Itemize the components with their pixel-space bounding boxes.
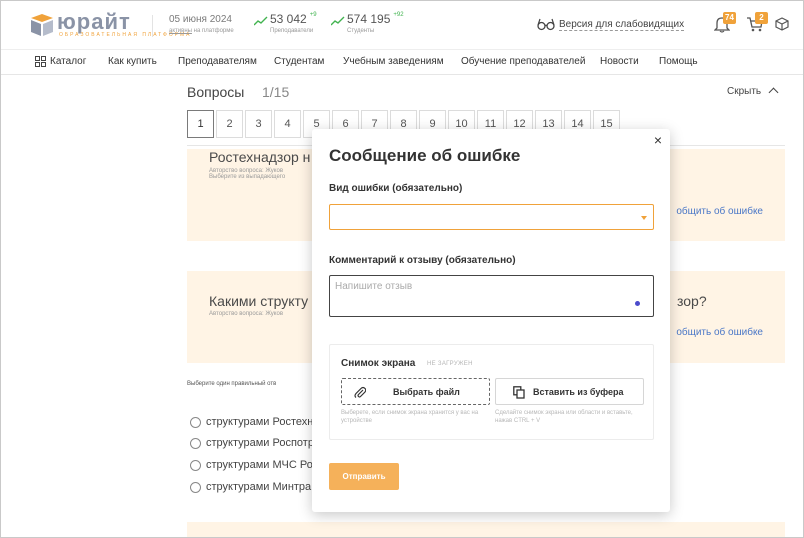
report-error-link[interactable]: общить об ошибке (676, 206, 763, 217)
students-increment: +92 (393, 12, 404, 18)
screenshot-status: НЕ ЗАГРУЖЕН (427, 361, 473, 367)
date-subtitle: активны на платформе (169, 28, 234, 34)
page-button-2[interactable]: 2 (216, 110, 243, 138)
choose-file-hint: Выберете, если снимок экрана хранится у … (341, 410, 479, 424)
copy-icon (513, 386, 525, 399)
students-count: 574 195 (347, 12, 391, 26)
question-hint: Выберите из выпадающего (209, 174, 286, 180)
radio-button[interactable] (190, 482, 201, 493)
radio-button[interactable] (190, 460, 201, 471)
notifications-badge: 74 (723, 12, 736, 24)
close-icon[interactable]: × (654, 132, 662, 148)
error-type-label: Вид ошибки (обязательно) (329, 183, 463, 194)
questions-title: Вопросы (187, 84, 245, 100)
box-button[interactable] (775, 17, 789, 34)
comment-textarea[interactable]: Напишите отзыв (329, 275, 654, 317)
cart-button[interactable]: 2 (746, 12, 768, 36)
paste-label: Вставить из буфера (533, 387, 624, 397)
teachers-label: Преподаватели (270, 28, 314, 34)
question-text-tail: зор? (677, 293, 707, 309)
trend-up-icon (254, 16, 268, 26)
nav-help[interactable]: Помощь (659, 56, 698, 67)
teachers-increment: +9 (309, 12, 317, 18)
question-author: Авторство вопроса: Жуков (209, 311, 284, 317)
main-nav: Каталог Как купить Преподавателям Студен… (1, 49, 803, 75)
answer-text: структурами МЧС Ро (206, 459, 313, 471)
page-button-1[interactable]: 1 (187, 110, 214, 138)
report-error-link[interactable]: общить об ошибке (676, 327, 763, 338)
logo[interactable]: юрайт ОБРАЗОВАТЕЛЬНАЯ ПЛАТФОРМА (31, 9, 190, 42)
logo-icon (31, 14, 53, 36)
glasses-icon (537, 18, 555, 31)
grid-icon (35, 56, 46, 67)
answer-text: структурами Минтра (206, 481, 312, 493)
notifications-button[interactable]: 74 (713, 12, 736, 36)
paste-from-clipboard-button[interactable]: Вставить из буфера (495, 378, 644, 405)
nav-students[interactable]: Студентам (274, 56, 324, 67)
nav-teachers[interactable]: Преподавателям (178, 56, 257, 67)
active-link[interactable]: активны (169, 28, 192, 34)
accessibility-label: Версия для слабовидящих (559, 19, 685, 31)
nav-catalog[interactable]: Каталог (50, 56, 86, 67)
screenshot-section: Снимок экрана НЕ ЗАГРУЖЕН Выбрать файл В… (329, 344, 654, 440)
current-date: 05 июня 2024 (169, 14, 232, 25)
choose-file-label: Выбрать файл (393, 387, 460, 397)
hide-button[interactable]: Скрыть (727, 86, 779, 98)
paperclip-icon (354, 386, 366, 398)
top-header: юрайт ОБРАЗОВАТЕЛЬНАЯ ПЛАТФОРМА 05 июня … (1, 1, 803, 49)
comment-label: Комментарий к отзыву (обязательно) (329, 255, 516, 266)
teachers-count: 53 042 (270, 12, 307, 26)
divider (152, 15, 153, 37)
choose-file-button[interactable]: Выбрать файл (341, 378, 490, 405)
trend-up-icon (331, 16, 345, 26)
send-button[interactable]: Отправить (329, 463, 399, 490)
cart-badge: 2 (755, 12, 768, 24)
question-text: Ростехнадзор н (209, 149, 311, 165)
resize-handle-icon (635, 301, 640, 306)
hide-label: Скрыть (727, 86, 762, 97)
screenshot-title: Снимок экрана (341, 358, 416, 369)
modal-title: Сообщение об ошибке (329, 146, 521, 165)
students-label: Студенты (347, 28, 375, 34)
questions-counter: 1/15 (262, 84, 290, 100)
question-card (187, 522, 785, 537)
answer-text: структурами Ростехн (206, 416, 314, 428)
question-text: Какими структу (209, 293, 309, 309)
report-error-modal: × Сообщение об ошибке Вид ошибки (обязат… (312, 129, 670, 512)
radio-button[interactable] (190, 417, 201, 428)
chevron-down-icon (641, 216, 647, 220)
nav-teacher-training[interactable]: Обучение преподавателей (461, 56, 585, 67)
box-icon (775, 17, 789, 31)
answer-text: структурами Роспотр (206, 437, 314, 449)
page-frame: юрайт ОБРАЗОВАТЕЛЬНАЯ ПЛАТФОРМА 05 июня … (0, 0, 804, 538)
date-sub-rest: на платформе (193, 28, 234, 34)
error-type-select[interactable] (329, 204, 654, 230)
nav-how-to-buy[interactable]: Как купить (108, 56, 157, 67)
chevron-up-icon (768, 87, 779, 98)
nav-news[interactable]: Новости (600, 56, 639, 67)
page-button-4[interactable]: 4 (274, 110, 301, 138)
page-button-3[interactable]: 3 (245, 110, 272, 138)
comment-placeholder: Напишите отзыв (335, 281, 413, 292)
choose-answer-label: Выберите один правильный отв (187, 381, 277, 387)
nav-institutions[interactable]: Учебным заведениям (343, 56, 444, 67)
paste-hint: Сделайте снимок экрана или области и вст… (495, 410, 633, 424)
radio-button[interactable] (190, 438, 201, 449)
